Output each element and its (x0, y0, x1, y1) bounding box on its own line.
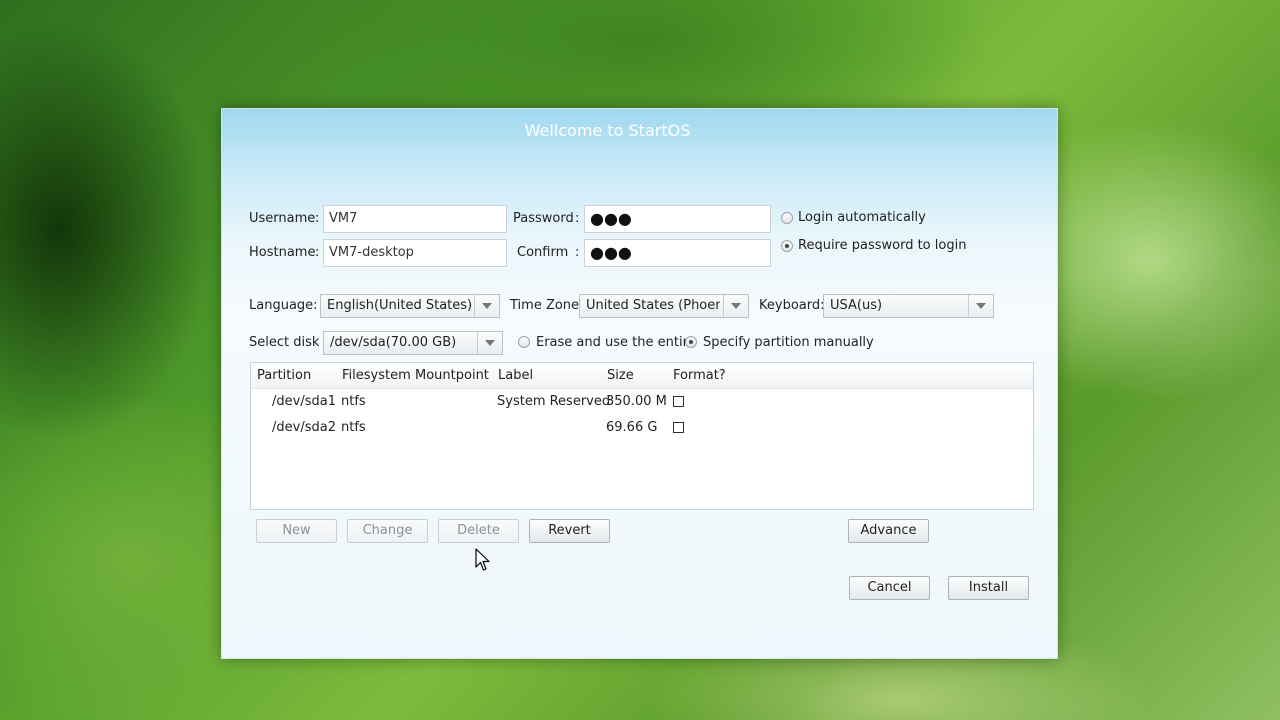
column-header-filesystem[interactable]: Filesystem (342, 368, 411, 383)
revert-button[interactable]: Revert (529, 519, 610, 543)
chevron-down-icon[interactable] (723, 295, 748, 317)
advance-button[interactable]: Advance (848, 519, 929, 543)
new-partition-button[interactable]: New (256, 519, 337, 543)
column-header-partition[interactable]: Partition (257, 368, 311, 383)
chevron-down-icon[interactable] (477, 332, 502, 354)
password-colon: : (575, 211, 580, 226)
language-value: English(United States) (327, 298, 471, 313)
confirm-password-field[interactable]: ●●● (584, 239, 771, 267)
disk-select[interactable]: /dev/sda(70.00 GB) (323, 331, 503, 355)
installer-dialog: Wellcome to StartOS Username : VM7 Hostn… (221, 108, 1058, 659)
password-field[interactable]: ●●● (584, 205, 771, 233)
manual-partition-radio[interactable] (685, 336, 697, 348)
language-label: Language: (249, 298, 318, 313)
select-disk-label: Select disk : (249, 335, 328, 350)
install-button[interactable]: Install (948, 576, 1029, 600)
dialog-title: Wellcome to StartOS (524, 121, 691, 140)
row-partition: /dev/sda2 (272, 420, 336, 435)
table-row[interactable]: /dev/sda2 ntfs 69.66 G (251, 417, 1033, 441)
disk-value: /dev/sda(70.00 GB) (330, 335, 457, 350)
row-size: 69.66 G (606, 420, 658, 435)
confirm-label: Confirm (517, 245, 569, 260)
row-filesystem: ntfs (341, 394, 366, 409)
timezone-label: Time Zone: (510, 298, 584, 313)
column-header-label[interactable]: Label (498, 368, 533, 383)
keyboard-label: Keyboard: (759, 298, 825, 313)
partition-table[interactable]: Partition Filesystem Mountpoint Label Si… (250, 362, 1034, 510)
require-password-radio[interactable] (781, 240, 793, 252)
delete-partition-button[interactable]: Delete (438, 519, 519, 543)
row-size: 350.00 M (606, 394, 667, 409)
cancel-button[interactable]: Cancel (849, 576, 930, 600)
chevron-down-icon[interactable] (474, 295, 499, 317)
login-automatically-label[interactable]: Login automatically (798, 210, 926, 225)
erase-disk-radio[interactable] (518, 336, 530, 348)
change-partition-button[interactable]: Change (347, 519, 428, 543)
timezone-select[interactable]: United States (Phoenix) (579, 294, 749, 318)
row-filesystem: ntfs (341, 420, 366, 435)
chevron-down-icon[interactable] (968, 295, 993, 317)
hostname-colon: : (315, 245, 320, 260)
partition-table-header: Partition Filesystem Mountpoint Label Si… (251, 363, 1033, 389)
username-label: Username (249, 211, 316, 226)
username-field[interactable]: VM7 (323, 205, 507, 233)
row-partition: /dev/sda1 (272, 394, 336, 409)
hostname-field[interactable]: VM7-desktop (323, 239, 507, 267)
erase-disk-label[interactable]: Erase and use the entire (536, 335, 696, 350)
password-label: Password (513, 211, 574, 226)
row-label: System Reserved (497, 394, 611, 409)
keyboard-select[interactable]: USA(us) (823, 294, 994, 318)
table-row[interactable]: /dev/sda1 ntfs System Reserved 350.00 M (251, 391, 1033, 415)
timezone-value: United States (Phoenix) (586, 298, 720, 313)
mouse-pointer-icon (475, 548, 490, 571)
login-automatically-radio[interactable] (781, 212, 793, 224)
username-colon: : (315, 211, 320, 226)
hostname-label: Hostname (249, 245, 316, 260)
keyboard-value: USA(us) (830, 298, 883, 313)
column-header-format[interactable]: Format? (673, 368, 726, 383)
format-checkbox[interactable] (673, 422, 684, 433)
require-password-label[interactable]: Require password to login (798, 238, 966, 253)
manual-partition-label[interactable]: Specify partition manually (703, 335, 874, 350)
column-header-size[interactable]: Size (607, 368, 634, 383)
format-checkbox[interactable] (673, 396, 684, 407)
language-select[interactable]: English(United States) (320, 294, 500, 318)
column-header-mountpoint[interactable]: Mountpoint (415, 368, 489, 383)
confirm-colon: : (575, 245, 580, 260)
